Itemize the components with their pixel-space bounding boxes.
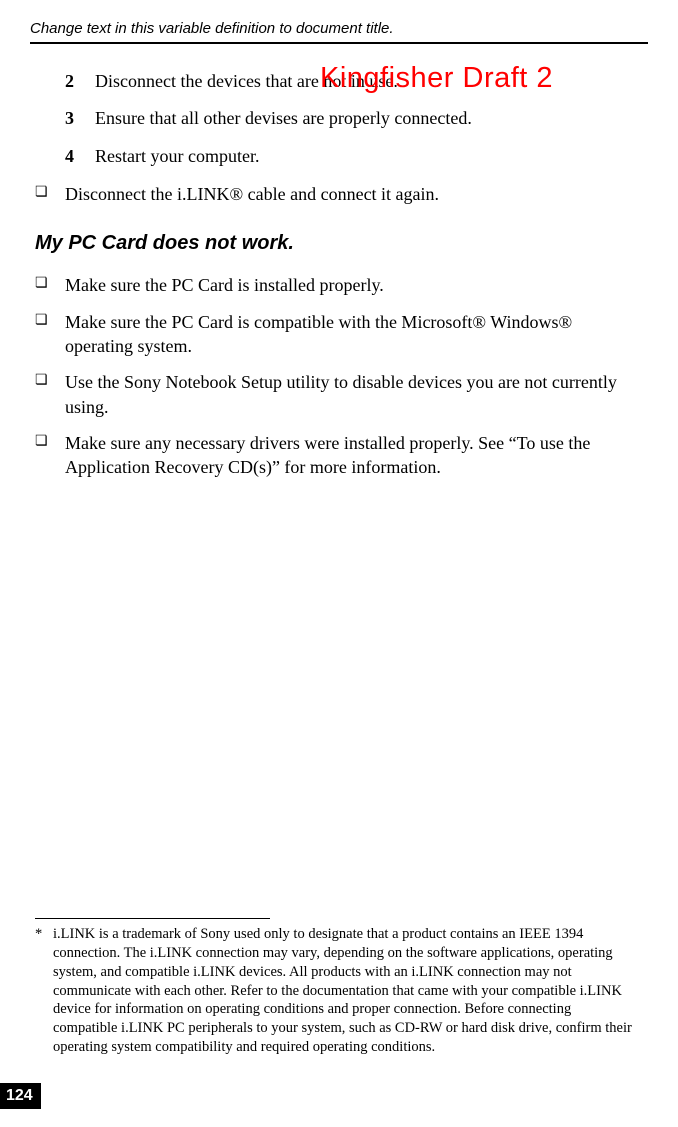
bullet-icon: ❏: [35, 310, 65, 329]
step-item: 3 Ensure that all other devises are prop…: [65, 107, 633, 130]
footnote-rule: [35, 918, 270, 919]
bullet-icon: ❏: [35, 431, 65, 450]
bullet-text: Make sure the PC Card is installed prope…: [65, 273, 384, 297]
header-title: Change text in this variable definition …: [30, 20, 394, 37]
bullet-item: ❏ Make sure the PC Card is installed pro…: [35, 273, 633, 297]
bullet-text: Make sure the PC Card is compatible with…: [65, 310, 633, 359]
bullet-icon: ❏: [35, 273, 65, 292]
step-number: 3: [65, 108, 95, 129]
bullet-item: ❏ Make sure any necessary drivers were i…: [35, 431, 633, 480]
step-number: 2: [65, 71, 95, 92]
section-heading: My PC Card does not work.: [35, 232, 633, 255]
page-content: 2 Disconnect the devices that are not in…: [65, 70, 633, 492]
step-item: 4 Restart your computer.: [65, 145, 633, 168]
bullet-text: Disconnect the i.LINK® cable and connect…: [65, 182, 439, 206]
footnote-area: * i.LINK is a trademark of Sony used onl…: [35, 918, 633, 1057]
bullet-item: ❏ Make sure the PC Card is compatible wi…: [35, 310, 633, 359]
header-rule: [30, 42, 648, 44]
footnote-mark: *: [35, 925, 53, 1057]
bullet-item: ❏ Disconnect the i.LINK® cable and conne…: [35, 182, 633, 206]
step-number: 4: [65, 146, 95, 167]
step-text: Ensure that all other devises are proper…: [95, 107, 472, 130]
step-text: Restart your computer.: [95, 145, 259, 168]
bullet-text: Use the Sony Notebook Setup utility to d…: [65, 370, 633, 419]
footnote-text: i.LINK is a trademark of Sony used only …: [53, 925, 633, 1057]
bullet-item: ❏ Use the Sony Notebook Setup utility to…: [35, 370, 633, 419]
bullet-text: Make sure any necessary drivers were ins…: [65, 431, 633, 480]
bullet-icon: ❏: [35, 370, 65, 389]
draft-watermark: Kingfisher Draft 2: [320, 62, 553, 95]
footnote: * i.LINK is a trademark of Sony used onl…: [35, 925, 633, 1057]
page-number: 124: [0, 1083, 41, 1109]
bullet-icon: ❏: [35, 182, 65, 201]
